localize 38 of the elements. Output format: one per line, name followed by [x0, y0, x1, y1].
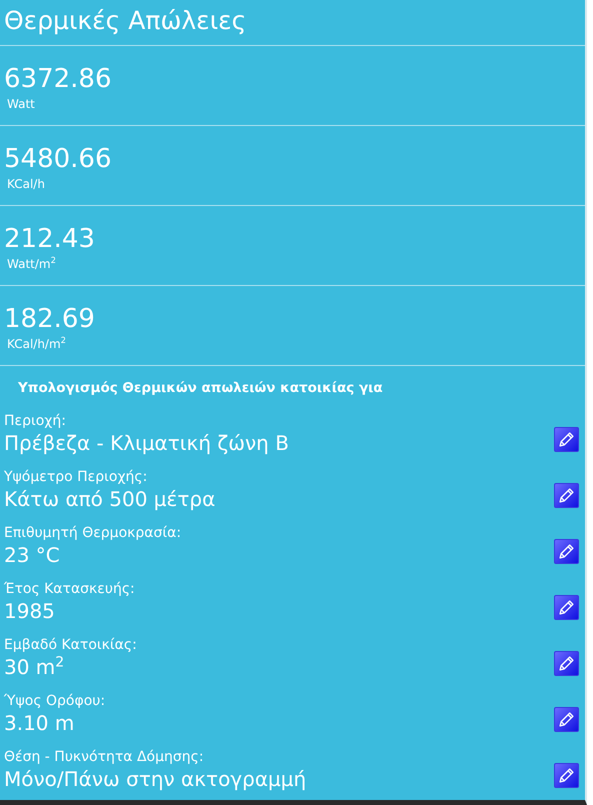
field-value: 3.10 m	[4, 710, 74, 736]
pencil-icon	[558, 599, 575, 616]
edit-button[interactable]	[554, 595, 579, 620]
edit-button[interactable]	[554, 483, 579, 508]
edit-button[interactable]	[554, 651, 579, 676]
pencil-icon	[558, 431, 575, 448]
edit-button[interactable]	[554, 763, 579, 788]
page-title: Θερμικές Απώλειες	[4, 5, 248, 37]
field-label: Έτος Κατασκευής:	[4, 580, 135, 598]
edit-button[interactable]	[554, 707, 579, 732]
metric-unit: KCal/h/m$^{2}$	[7, 336, 66, 352]
field-label: Περιοχή:	[4, 412, 66, 430]
edit-button[interactable]	[554, 427, 579, 452]
pencil-icon	[558, 711, 575, 728]
metric-value: 5480.66	[4, 144, 112, 174]
field-label: Υψόμετρο Περιοχής:	[4, 468, 148, 486]
field-label: Θέση - Πυκνότητα Δόμησης:	[4, 748, 204, 766]
field-value: 23 °C	[4, 542, 60, 568]
field-value: Μόνο/Πάνω στην ακτογραμμή	[4, 766, 306, 792]
metric-unit: KCal/h	[7, 176, 45, 192]
edit-button[interactable]	[554, 539, 579, 564]
field-label: Ύψος Ορόφου:	[4, 692, 106, 710]
metric-unit: Watt/m$^{2}$	[7, 256, 56, 272]
field-value: 1985	[4, 598, 55, 624]
metric-value: 182.69	[4, 304, 95, 334]
section-heading: Υπολογισμός Θερμικών απωλειών κατοικίας για	[18, 380, 384, 396]
metric-value: 212.43	[4, 224, 95, 254]
field-label: Εμβαδό Κατοικίας:	[4, 636, 137, 654]
pencil-icon	[558, 543, 575, 560]
field-value: Κάτω από 500 μέτρα	[4, 486, 216, 512]
metric-value: 6372.86	[4, 64, 112, 94]
field-value: 30 m$^{2}$	[4, 654, 64, 680]
pencil-icon	[558, 655, 575, 672]
field-value: Πρέβεζα - Κλιματική ζώνη Β	[4, 430, 289, 456]
field-label: Επιθυμητή Θερμοκρασία:	[4, 524, 182, 542]
pencil-icon	[558, 767, 575, 784]
metric-unit: Watt	[7, 96, 35, 112]
pencil-icon	[558, 487, 575, 504]
